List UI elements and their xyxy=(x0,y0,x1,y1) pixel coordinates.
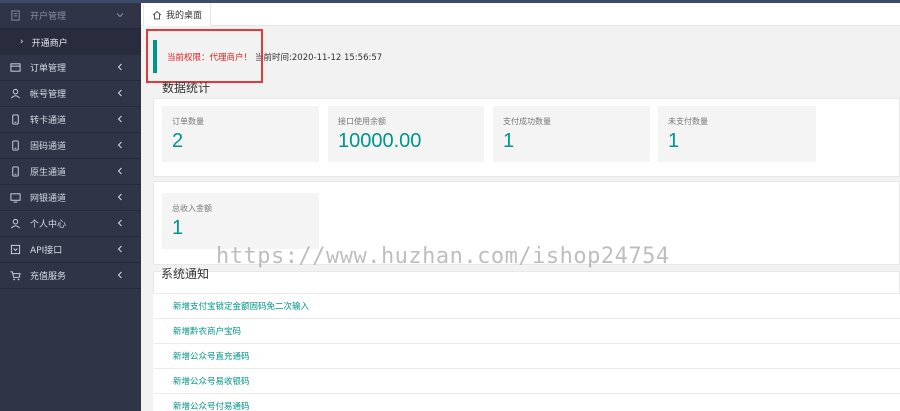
sidebar-item-native-channel[interactable]: 原生通道 xyxy=(0,159,141,185)
stat-total-income: 总收入金额 1 xyxy=(162,193,319,249)
stat-label: 订单数量 xyxy=(172,117,204,126)
sidebar: 开户管理 › 开通商户 订单管理 帐号管理 转卡通道 固码通道 原生通道 网银通… xyxy=(0,3,141,411)
document-icon xyxy=(10,10,21,21)
chevron-left-icon xyxy=(117,89,122,97)
sidebar-item-label: 原生通道 xyxy=(30,168,67,178)
stats-title: 数据统计 xyxy=(162,81,211,95)
chevron-left-icon xyxy=(117,63,122,71)
sidebar-item-label: 个人中心 xyxy=(30,220,67,230)
list-item[interactable]: 新增公众号易收银码 xyxy=(153,368,900,393)
stat-value: 10000.00 xyxy=(338,130,422,152)
sidebar-item-label: 网银通道 xyxy=(30,194,67,204)
home-icon xyxy=(152,10,162,19)
stat-unpaid-count: 未支付数量 1 xyxy=(658,106,816,162)
stat-value: 2 xyxy=(172,130,184,152)
chevron-left-icon xyxy=(117,167,122,175)
tab-label: 我的桌面 xyxy=(166,11,203,21)
sidebar-item-fixed-code-channel[interactable]: 固码通道 xyxy=(0,133,141,159)
stat-label: 接口使用余额 xyxy=(338,117,386,126)
chevron-left-icon xyxy=(117,219,122,227)
sidebar-item-profile[interactable]: 个人中心 xyxy=(0,211,141,237)
income-card: 总收入金额 1 xyxy=(153,181,900,265)
sidebar-item-label: 转卡通道 xyxy=(30,116,67,126)
highlight-box xyxy=(146,29,263,83)
chevron-left-icon xyxy=(117,193,122,201)
stat-label: 未支付数量 xyxy=(668,117,708,126)
stat-api-balance: 接口使用余额 10000.00 xyxy=(328,106,484,162)
chevron-right-icon: › xyxy=(20,37,24,47)
permission-notice: 当前权限：代理商户！ 当前时间:2020-11-12 15:56:57 xyxy=(153,40,900,73)
tab-my-desktop[interactable]: 我的桌面 xyxy=(143,3,212,26)
list-item[interactable]: 新增黔农商户宝码 xyxy=(153,318,900,343)
chevron-down-icon xyxy=(116,13,124,18)
stat-value: 1 xyxy=(668,130,680,152)
sidebar-item-ebank-channel[interactable]: 网银通道 xyxy=(0,185,141,211)
sidebar-item-label: 固码通道 xyxy=(30,142,67,152)
sidebar-item-label: API接口 xyxy=(30,246,63,256)
cart-icon xyxy=(10,270,21,281)
user-icon xyxy=(10,88,21,99)
system-notice-list: 新增支付宝锁定金额固码免二次输入 新增黔农商户宝码 新增公众号直充通码 新增公众… xyxy=(153,293,900,411)
list-item[interactable]: 新增公众号付易通码 xyxy=(153,393,900,411)
list-item[interactable]: 新增公众号直充通码 xyxy=(153,343,900,368)
sidebar-item-api[interactable]: API接口 xyxy=(0,237,141,263)
stat-label: 支付成功数量 xyxy=(503,117,551,126)
main-content: 我的桌面 当前权限：代理商户！ 当前时间:2020-11-12 15:56:57… xyxy=(141,3,900,411)
stat-paid-count: 支付成功数量 1 xyxy=(493,106,650,162)
sidebar-item-account-open[interactable]: 开户管理 xyxy=(0,3,141,29)
sidebar-item-label: 充值服务 xyxy=(30,272,67,282)
chevron-left-icon xyxy=(117,245,122,253)
monitor-icon xyxy=(10,192,21,203)
current-time: 当前时间:2020-11-12 15:56:57 xyxy=(255,52,383,63)
sidebar-item-recharge[interactable]: 充值服务 xyxy=(0,263,141,289)
stat-label: 总收入金额 xyxy=(172,204,212,213)
sidebar-item-label: 帐号管理 xyxy=(30,90,67,100)
phone-icon xyxy=(10,140,21,151)
stat-order-count: 订单数量 2 xyxy=(162,106,319,162)
sidebar-item-label: 订单管理 xyxy=(30,64,67,74)
sidebar-subitem-open-merchant[interactable]: › 开通商户 xyxy=(0,29,141,55)
chevron-left-icon xyxy=(117,141,122,149)
sidebar-item-label: 开户管理 xyxy=(30,12,67,22)
system-notice-title: 系统通知 xyxy=(161,267,210,281)
stat-value: 1 xyxy=(503,130,515,152)
tab-bar: 我的桌面 xyxy=(141,3,900,26)
stats-card: 订单数量 2 接口使用余额 10000.00 支付成功数量 1 未支付数量 1 xyxy=(153,98,900,177)
api-icon xyxy=(10,244,21,255)
stat-value: 1 xyxy=(172,217,184,239)
chevron-left-icon xyxy=(117,271,122,279)
phone-icon xyxy=(10,166,21,177)
sidebar-item-orders[interactable]: 订单管理 xyxy=(0,55,141,81)
sidebar-item-card-channel[interactable]: 转卡通道 xyxy=(0,107,141,133)
wallet-icon xyxy=(10,62,21,73)
phone-icon xyxy=(10,114,21,125)
sidebar-subitem-label: 开通商户 xyxy=(31,38,68,49)
sidebar-item-accounts[interactable]: 帐号管理 xyxy=(0,81,141,107)
chevron-left-icon xyxy=(117,115,122,123)
user-icon xyxy=(10,218,21,229)
list-item[interactable]: 新增支付宝锁定金额固码免二次输入 xyxy=(153,293,900,318)
